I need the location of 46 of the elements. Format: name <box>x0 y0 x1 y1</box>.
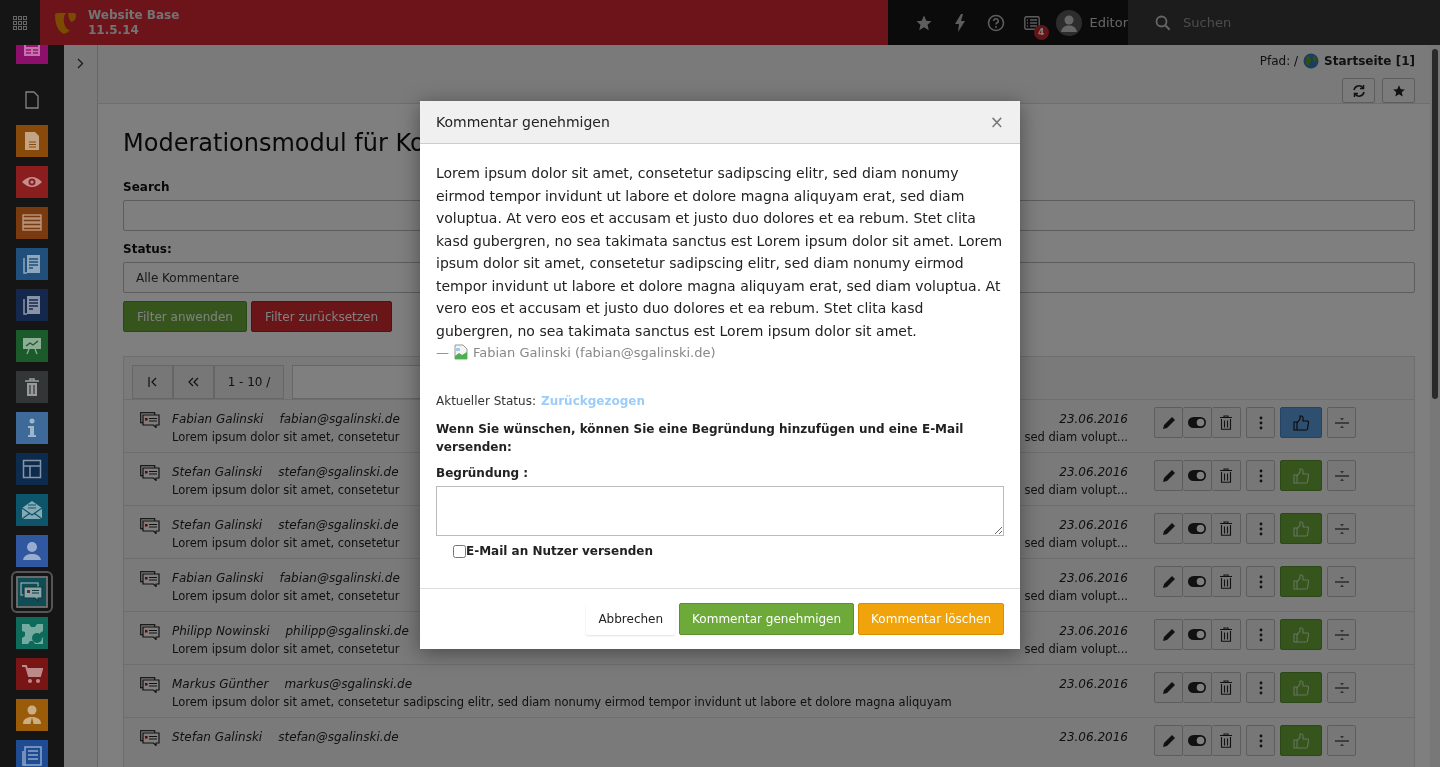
comment-excerpt: Lorem ipsum dolor sit amet, consetetur sadipscing elitr, sed diam nonumy eirmod tempor invidunt ut labore et dolore magna aliquyam <box>172 695 952 709</box>
author-email: fabian@sgalinski.de <box>279 571 400 585</box>
status-label: Aktueller Status: <box>436 394 536 408</box>
comment-excerpt: sed diam volupt... <box>1024 483 1128 497</box>
comment-date: 23.06.2016 <box>1059 624 1128 638</box>
comment-excerpt: Lorem ipsum dolor sit amet, consetetur <box>172 483 400 497</box>
author-name: Stefan Galinski <box>172 518 263 532</box>
comment-date: 23.06.2016 <box>1059 518 1128 532</box>
author-email: philipp@sgalinski.de <box>285 624 409 638</box>
author-name: Philipp Nowinski <box>172 624 270 638</box>
search-label: Search <box>123 180 171 194</box>
comment-date: 23.06.2016 <box>1059 465 1128 479</box>
author-email: fabian@sgalinski.de <box>279 412 400 426</box>
author-name: Stefan Galinski <box>172 465 263 479</box>
comment-excerpt: sed diam volupt... <box>1024 642 1128 656</box>
notification-badge: 4 <box>1033 25 1049 40</box>
comment-excerpt: Lorem ipsum dolor sit amet, consetetur <box>172 430 400 444</box>
comment-excerpt: Lorem ipsum dolor sit amet, consetetur <box>172 642 400 656</box>
comment-excerpt: sed diam volupt... <box>1024 589 1128 603</box>
comment-excerpt: Lorem ipsum dolor sit amet, consetetur <box>172 589 400 603</box>
author-name: Stefan Galinski <box>172 730 263 744</box>
author-name: Fabian Galinski <box>172 412 264 426</box>
author-email: stefan@sgalinski.de <box>278 465 399 479</box>
hint-text: Wenn Sie wünschen, können Sie eine Begründung hinzufügen und eine E-Mail versenden: <box>436 421 965 456</box>
page-range: 1 - 10 / <box>214 365 284 399</box>
comment-text: Lorem ipsum dolor sit amet, consetetur sadipscing elitr, sed diam nonumy eirmod tempor invidunt ut labore et dolore magna aliquyam erat, sed diam voluptua. At vero eos et accusam et justo duo dolores et ea rebum. Stet clita kasd gubergren, no sea takimata sanctus est Lorem ipsum dolor sit amet. Lorem ipsum dolor sit amet, consetetur sadipscing elitr, sed diam nonumy eirmod tempor invidunt ut labore et dolore magna aliquyam erat, sed diam voluptua. At vero eos et accusam et justo duo dolores et ea rebum. Stet clita kasd gubergren, no sea takimata sanctus est Lorem ipsum dolor sit amet. <box>436 164 1004 341</box>
author-name: Fabian Galinski <box>172 571 264 585</box>
comment-date: 23.06.2016 <box>1059 412 1128 426</box>
comment-date: 23.06.2016 <box>1059 571 1128 585</box>
author-line: Fabian Galinski (fabian@sgalinski.de) <box>473 344 716 360</box>
author-email: stefan@sgalinski.de <box>278 518 399 532</box>
author-email: stefan@sgalinski.de <box>278 730 399 744</box>
dialog-title: Kommentar genehmigen <box>436 114 610 130</box>
dash: — <box>436 344 449 360</box>
comment-date: 23.06.2016 <box>1059 677 1128 691</box>
path-label: Pfad: / <box>1259 54 1299 68</box>
comment-excerpt: sed diam volupt... <box>1024 430 1128 444</box>
status-value: Zurückgezogen <box>540 394 645 408</box>
site-name: Website Base <box>88 7 180 23</box>
comment-excerpt: Lorem ipsum dolor sit amet, consetetur <box>172 536 400 550</box>
author-email: markus@sgalinski.de <box>284 677 413 691</box>
reason-label: Begründung : <box>436 466 530 480</box>
version-number: 11.5.14 <box>88 22 140 38</box>
comment-date: 23.06.2016 <box>1059 730 1128 744</box>
comment-excerpt: sed diam volupt... <box>1024 536 1128 550</box>
author-name: Markus Günther <box>172 677 269 691</box>
